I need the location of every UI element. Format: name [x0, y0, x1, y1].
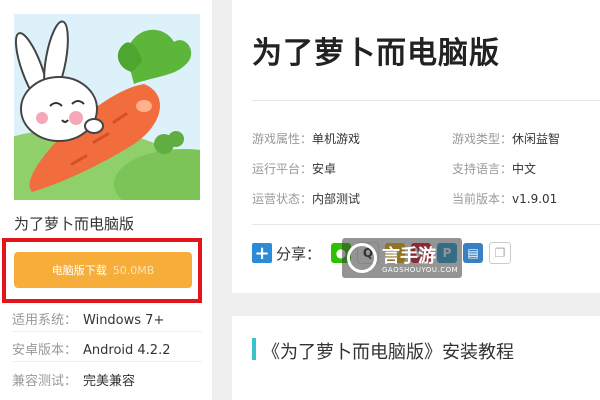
info-row-system: 适用系统： Windows 7+ [12, 309, 164, 328]
site-watermark: 言手游 GAOSHOUYOU.COM [342, 238, 462, 278]
watermark-domain: GAOSHOUYOU.COM [382, 266, 459, 274]
page-title: 为了萝卜而电脑版 [252, 36, 500, 71]
info-row-compat: 兼容测试： 完美兼容 [12, 370, 135, 389]
info-key: 适用系统： [12, 313, 78, 328]
share-plus-icon[interactable]: + [252, 243, 272, 264]
tutorial-title[interactable]: 《为了萝卜而电脑版》安装教程 [262, 338, 514, 364]
attr-key: 游戏类型： [452, 132, 513, 146]
watermark-logo-icon [347, 243, 377, 273]
attr-key: 支持语言： [452, 162, 513, 176]
download-size: 50.0MB [112, 263, 155, 277]
info-key: 安卓版本： [12, 343, 78, 358]
game-cover-image[interactable] [14, 14, 200, 200]
info-key: 兼容测试： [12, 374, 78, 389]
game-sidebar-card: 为了萝卜而电脑版 电脑版下载 50.0MB 适用系统： Windows 7+ 安卓… [0, 0, 212, 400]
attr-value: v1.9.01 [512, 192, 558, 206]
attr-language: 支持语言：中文 [452, 160, 536, 177]
info-value: Windows 7+ [83, 313, 165, 328]
info-row-android: 安卓版本： Android 4.2.2 [12, 339, 171, 358]
pc-download-button[interactable]: 电脑版下载 50.0MB [14, 252, 192, 288]
attr-value: 休闲益智 [512, 132, 561, 146]
attr-game-type: 游戏类型：休闲益智 [452, 130, 560, 147]
attr-divider [252, 224, 600, 225]
attr-value: 中文 [512, 162, 537, 176]
watermark-name: 言手游 [382, 246, 436, 267]
attr-value: 单机游戏 [312, 132, 361, 146]
attr-key: 当前版本： [452, 192, 513, 206]
attr-value: 内部测试 [312, 192, 361, 206]
info-value: 完美兼容 [83, 374, 136, 389]
tutorial-card: 《为了萝卜而电脑版》安装教程 [232, 316, 600, 400]
game-title: 为了萝卜而电脑版 [14, 215, 135, 233]
tutorial-accent-bar [252, 338, 256, 360]
download-label: 电脑版下载 [51, 264, 107, 277]
download-highlight-frame: 电脑版下载 50.0MB [2, 238, 202, 303]
share-label: 分享： [276, 244, 322, 263]
attr-key: 运营状态： [252, 192, 313, 206]
row-divider [12, 361, 202, 362]
copy-icon[interactable]: ❐ [489, 242, 512, 264]
attr-platform: 运行平台：安卓 [252, 160, 336, 177]
row-divider [12, 331, 202, 332]
attr-game-property: 游戏属性：单机游戏 [252, 130, 360, 147]
attr-value: 安卓 [312, 162, 337, 176]
attr-status: 运营状态：内部测试 [252, 190, 360, 207]
title-divider [252, 100, 600, 101]
print-icon[interactable]: ▤ [463, 243, 484, 263]
rabbit-carrot-illustration [14, 14, 200, 200]
info-value: Android 4.2.2 [83, 343, 171, 358]
attr-version: 当前版本：v1.9.01 [452, 190, 557, 207]
attr-key: 运行平台： [252, 162, 313, 176]
attr-key: 游戏属性： [252, 132, 313, 146]
